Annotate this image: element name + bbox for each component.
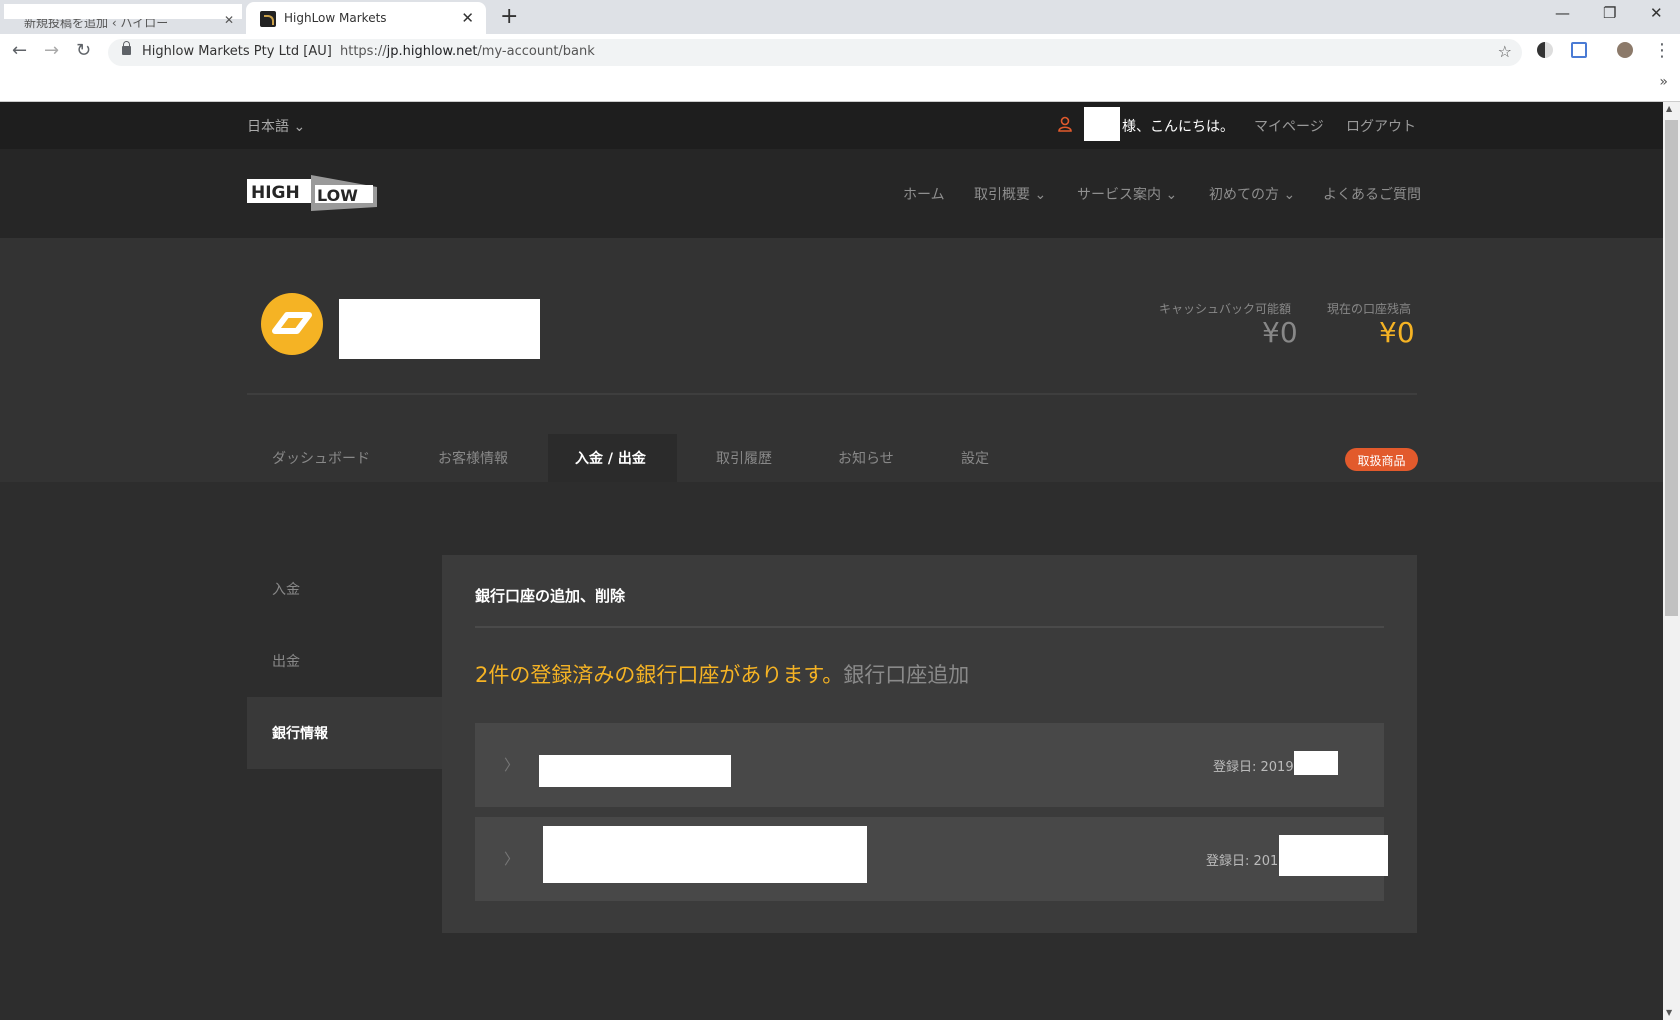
bank-account-row[interactable]: 〉 登録日: 2016 (475, 817, 1388, 901)
site-top-bar: 日本語 ⌄ 様、こんにちは。 マイページ ログアウト (0, 102, 1663, 149)
cashback-value: ¥0 (1262, 316, 1298, 349)
tab-label: 入金 / 出金 (575, 451, 646, 467)
nav-beginners[interactable]: 初めての方 ⌄ (1209, 184, 1295, 204)
highlow-emblem-icon (272, 312, 312, 334)
greeting-text: 様、こんにちは。 (1122, 119, 1234, 135)
menu-kebab-icon[interactable]: ⋮ (1653, 40, 1671, 61)
tab-trade-history[interactable]: 取引履歴 (716, 448, 772, 468)
tab-settings[interactable]: 設定 (961, 448, 989, 468)
url-text[interactable]: https://jp.highlow.net/my-account/bank (340, 44, 595, 59)
registered-date: 登録日: 2019年 (1213, 760, 1307, 775)
scroll-down-icon[interactable]: ▼ (1666, 1008, 1672, 1017)
redacted-account-name (339, 299, 540, 359)
account-header: キャッシュバック可能額 ¥0 現在の口座残高 ¥0 ダッシュボード お客様情報 … (0, 238, 1663, 482)
panel-divider (475, 626, 1384, 628)
balance-label: 現在の口座残高 (1327, 302, 1412, 316)
reload-icon[interactable]: ↻ (76, 40, 91, 61)
lock-icon (122, 41, 131, 55)
bookmark-star-icon[interactable]: ☆ (1498, 42, 1512, 61)
window-extension-icon[interactable] (1571, 42, 1587, 58)
add-bank-account-link[interactable]: 銀行口座追加 (843, 663, 969, 687)
chevron-right-icon[interactable]: 〉 (504, 754, 519, 775)
mypage-link[interactable]: マイページ (1254, 116, 1324, 136)
chevron-right-icon[interactable]: 〉 (504, 848, 519, 869)
dark-mode-extension-icon[interactable] (1537, 42, 1553, 58)
sidebar-item-withdraw[interactable]: 出金 (247, 625, 442, 697)
panel-title: 銀行口座の追加、削除 (475, 587, 626, 605)
tab-notices[interactable]: お知らせ (838, 448, 894, 468)
url-domain: jp.highlow.net (386, 44, 478, 59)
language-selector[interactable]: 日本語 ⌄ (247, 116, 305, 136)
sidebar-item-label: 出金 (272, 654, 300, 670)
bookmark-bar: » (0, 68, 1680, 102)
logout-link[interactable]: ログアウト (1346, 116, 1416, 136)
bookmark-overflow-icon[interactable]: » (1659, 74, 1668, 90)
svg-text:HIGH: HIGH (251, 183, 300, 203)
tab-title: HighLow Markets (284, 11, 387, 25)
sidebar-item-bank-info[interactable]: 銀行情報 (247, 697, 442, 769)
scrollbar-thumb[interactable] (1665, 120, 1678, 616)
url-path: /my-account/bank (477, 44, 595, 59)
nav-faq[interactable]: よくあるご質問 (1323, 184, 1421, 204)
close-icon[interactable]: ✕ (461, 9, 474, 27)
address-bar-row: ← → ↻ Highlow Markets Pty Ltd [AU] https… (0, 34, 1680, 68)
site-identity: Highlow Markets Pty Ltd [AU] (142, 44, 332, 59)
user-icon (1058, 116, 1072, 132)
minimize-icon[interactable]: — (1555, 4, 1570, 22)
back-icon[interactable]: ← (12, 40, 27, 61)
nav-services[interactable]: サービス案内 ⌄ (1077, 184, 1177, 204)
sidebar-item-label: 入金 (272, 582, 300, 598)
scroll-up-icon[interactable]: ▲ (1666, 104, 1672, 113)
browser-tab-bar: 新規投稿を追加 ‹ ハイロー ✕ HighLow Markets ✕ + — ❐… (0, 0, 1680, 34)
redacted-bank-name (539, 755, 731, 787)
balance-value: ¥0 (1379, 316, 1415, 349)
profile-avatar-icon[interactable] (1617, 42, 1633, 58)
forward-icon[interactable]: → (44, 40, 59, 61)
redacted-bank-name (543, 826, 867, 883)
products-badge[interactable]: 取扱商品 (1345, 448, 1418, 471)
main-navigation: HIGH LOW ホーム 取引概要 ⌄ サービス案内 ⌄ 初めての方 ⌄ よくあ… (0, 149, 1663, 238)
redacted-tab-title (4, 4, 242, 19)
window-close-icon[interactable]: ✕ (1650, 4, 1663, 22)
omnibox[interactable]: Highlow Markets Pty Ltd [AU] https://jp.… (108, 39, 1522, 66)
cashback-label: キャッシュバック可能額 (1159, 302, 1292, 316)
bank-account-row[interactable]: 〉 登録日: 2019年 (475, 723, 1384, 807)
maximize-icon[interactable]: ❐ (1603, 4, 1616, 22)
account-avatar (261, 293, 323, 355)
nav-home[interactable]: ホーム (903, 184, 945, 204)
favicon-icon (260, 11, 276, 27)
close-icon[interactable]: ✕ (224, 13, 234, 27)
redacted-username (1084, 107, 1120, 141)
browser-tab-active[interactable]: HighLow Markets ✕ (246, 2, 486, 34)
new-tab-icon[interactable]: + (500, 4, 518, 29)
browser-tab-inactive[interactable]: 新規投稿を追加 ‹ ハイロー ✕ (4, 4, 242, 34)
redacted-date (1294, 751, 1338, 775)
panel-headline: 2件の登録済みの銀行口座があります。銀行口座追加 (475, 659, 969, 689)
svg-text:LOW: LOW (317, 186, 358, 205)
tab-deposit-withdraw[interactable]: 入金 / 出金 (548, 434, 677, 482)
redacted-date (1279, 835, 1388, 876)
registered-count-text: 2件の登録済みの銀行口座があります。 (475, 663, 844, 687)
registered-date: 登録日: 2016 (1206, 854, 1287, 869)
sidebar-item-deposit[interactable]: 入金 (247, 553, 442, 625)
highlow-logo[interactable]: HIGH LOW (247, 173, 377, 213)
url-prefix: https:// (340, 44, 387, 59)
bank-account-panel: 銀行口座の追加、削除 2件の登録済みの銀行口座があります。銀行口座追加 〉 登録… (442, 555, 1417, 933)
tab-dashboard[interactable]: ダッシュボード (272, 448, 370, 468)
header-divider (247, 393, 1417, 395)
sidebar-item-label: 銀行情報 (272, 726, 328, 742)
tab-customer-info[interactable]: お客様情報 (438, 448, 508, 468)
nav-trading-overview[interactable]: 取引概要 ⌄ (974, 184, 1046, 204)
